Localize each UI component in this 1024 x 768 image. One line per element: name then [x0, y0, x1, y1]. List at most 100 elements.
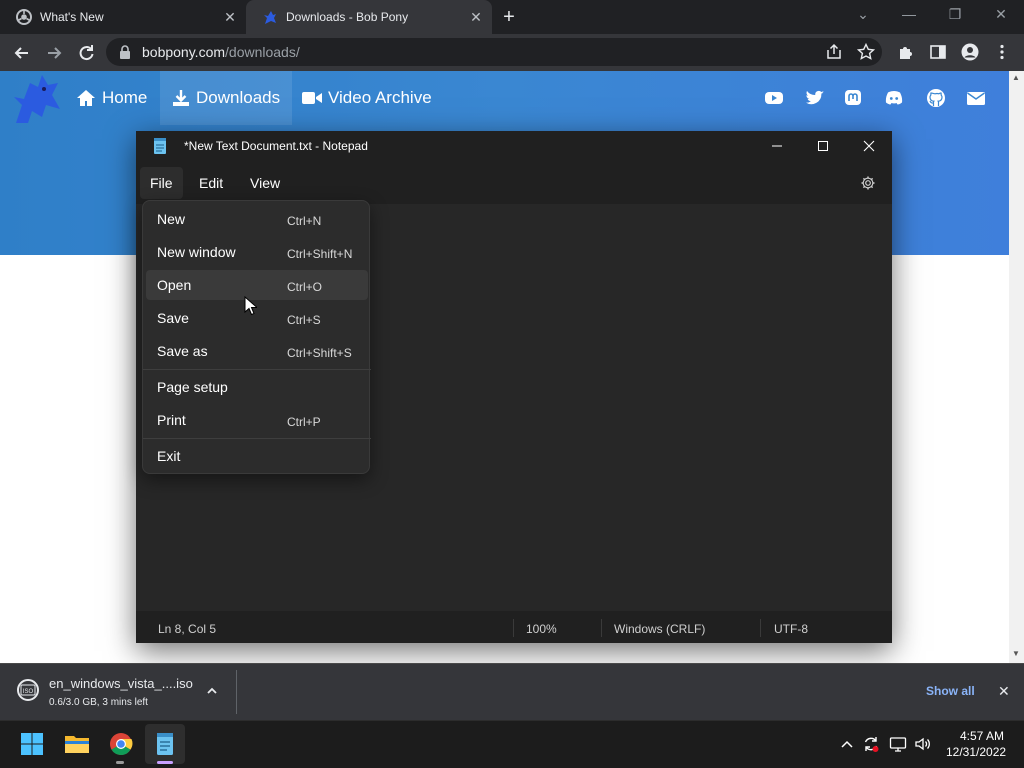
menu-edit[interactable]: Edit: [189, 167, 233, 199]
status-cursor-position: Ln 8, Col 5: [158, 622, 217, 636]
chrome-menu-icon[interactable]: [993, 43, 1011, 61]
show-all-button[interactable]: Show all: [926, 684, 975, 698]
menu-item-save[interactable]: Save Ctrl+S: [146, 303, 368, 333]
menu-file[interactable]: File: [140, 167, 183, 199]
download-separator: [236, 670, 237, 714]
lock-icon[interactable]: [119, 44, 131, 60]
menu-item-new-window[interactable]: New window Ctrl+Shift+N: [146, 237, 368, 267]
twitter-icon[interactable]: [805, 88, 825, 108]
network-icon[interactable]: [889, 735, 907, 753]
share-icon[interactable]: [825, 43, 843, 61]
scroll-up-arrow-icon[interactable]: ▲: [1012, 73, 1020, 82]
github-icon[interactable]: [926, 88, 946, 108]
svg-text:ISO: ISO: [23, 689, 34, 695]
url-path: /downloads/: [225, 44, 300, 60]
menu-item-print[interactable]: Print Ctrl+P: [146, 405, 368, 435]
youtube-icon[interactable]: [764, 88, 784, 108]
menu-item-label: New window: [157, 244, 236, 260]
tab-title: Downloads - Bob Pony: [286, 10, 409, 24]
chrome-icon[interactable]: [101, 724, 141, 764]
tab-close-icon[interactable]: ✕: [222, 9, 238, 25]
notepad-title: *New Text Document.txt - Notepad: [184, 139, 368, 153]
menu-divider: [143, 369, 371, 370]
close-download-shelf-icon[interactable]: ✕: [998, 683, 1010, 700]
status-encoding: UTF-8: [774, 622, 808, 636]
reload-icon: [79, 45, 94, 61]
volume-icon[interactable]: [914, 735, 932, 753]
menu-item-label: Save as: [157, 343, 208, 359]
reload-button[interactable]: [73, 40, 99, 66]
notepad-maximize-button[interactable]: [800, 131, 846, 161]
sync-update-icon[interactable]: [862, 735, 880, 753]
menu-item-shortcut: Ctrl+S: [287, 313, 321, 327]
menu-item-shortcut: Ctrl+P: [287, 415, 321, 429]
chevron-up-icon[interactable]: [205, 684, 219, 698]
menu-item-open[interactable]: Open Ctrl+O: [146, 270, 368, 300]
chrome-running-indicator: [116, 761, 124, 764]
forward-arrow-icon: [48, 47, 62, 59]
mouse-pointer-icon: [244, 296, 257, 316]
discord-icon[interactable]: [884, 88, 904, 108]
minimize-button[interactable]: —: [895, 4, 923, 24]
back-button[interactable]: [9, 40, 35, 66]
menu-divider: [143, 438, 371, 439]
menu-item-new[interactable]: New Ctrl+N: [146, 204, 368, 234]
url-host: bobpony.com: [142, 44, 226, 60]
notepad-close-button[interactable]: [846, 131, 892, 161]
side-panel-icon[interactable]: [929, 43, 947, 61]
notepad-active-indicator: [157, 761, 173, 764]
menu-item-label: Page setup: [157, 379, 228, 395]
new-tab-button[interactable]: +: [498, 7, 520, 27]
settings-gear-icon[interactable]: [860, 175, 876, 191]
menu-item-shortcut: Ctrl+Shift+S: [287, 346, 352, 360]
extensions-puzzle-icon[interactable]: [897, 43, 915, 61]
tab-downloads-bob-pony[interactable]: Downloads - Bob Pony ✕: [246, 0, 492, 34]
tab-whats-new[interactable]: What's New ✕: [0, 0, 246, 34]
iso-file-icon[interactable]: ISO: [16, 679, 40, 701]
show-hidden-icons-chevron-icon[interactable]: [838, 735, 856, 753]
tab-close-icon[interactable]: ✕: [468, 9, 484, 25]
bob-pony-logo[interactable]: [10, 73, 62, 125]
tab-search-button[interactable]: ⌄: [849, 4, 877, 24]
taskbar-clock-date[interactable]: 12/31/2022: [946, 745, 1006, 759]
menu-item-save-as[interactable]: Save as Ctrl+Shift+S: [146, 336, 368, 366]
nav-video-archive[interactable]: Video Archive: [292, 71, 442, 125]
menu-view[interactable]: View: [240, 167, 290, 199]
mastodon-icon[interactable]: [843, 88, 863, 108]
notepad-minimize-button[interactable]: [754, 131, 800, 161]
profile-avatar-icon[interactable]: [961, 43, 979, 61]
status-line-ending: Windows (CRLF): [614, 622, 706, 636]
scroll-down-arrow-icon[interactable]: ▼: [1012, 649, 1020, 658]
status-divider: [760, 619, 761, 637]
nav-downloads-label: Downloads: [196, 88, 281, 107]
minimize-icon: [772, 145, 782, 147]
restore-button[interactable]: ❐: [941, 4, 969, 24]
maximize-icon: [818, 141, 828, 151]
download-progress-text: 0.6/3.0 GB, 3 mins left: [49, 697, 148, 708]
file-explorer-icon[interactable]: [57, 724, 97, 764]
forward-button[interactable]: [41, 40, 67, 66]
notepad-taskbar-icon[interactable]: [145, 724, 185, 764]
bookmark-star-icon[interactable]: [857, 43, 875, 61]
page-scrollbar[interactable]: ▲ ▼: [1009, 71, 1024, 663]
menu-item-shortcut: Ctrl+Shift+N: [287, 247, 353, 261]
menu-item-exit[interactable]: Exit: [146, 441, 368, 471]
windows-start-icon[interactable]: [12, 724, 52, 764]
menu-item-label: Open: [157, 277, 192, 293]
menu-item-page-setup[interactable]: Page setup: [146, 372, 368, 402]
chrome-logo-icon: [16, 9, 32, 25]
url-text[interactable]: bobpony.com/downloads/: [142, 44, 300, 60]
download-icon: [173, 90, 189, 106]
download-filename[interactable]: en_windows_vista_....iso: [49, 676, 193, 691]
bob-pony-favicon-icon: [262, 9, 278, 25]
menu-item-label: Save: [157, 310, 189, 326]
notepad-app-icon: [153, 138, 167, 154]
nav-home[interactable]: Home: [66, 71, 157, 125]
close-icon: [863, 140, 875, 152]
close-window-button[interactable]: ✕: [987, 4, 1015, 24]
download-shelf: [0, 663, 1024, 720]
menu-item-label: Print: [157, 412, 186, 428]
mail-icon[interactable]: [966, 88, 986, 108]
taskbar-clock-time[interactable]: 4:57 AM: [960, 729, 1004, 743]
nav-downloads[interactable]: Downloads: [160, 71, 293, 125]
